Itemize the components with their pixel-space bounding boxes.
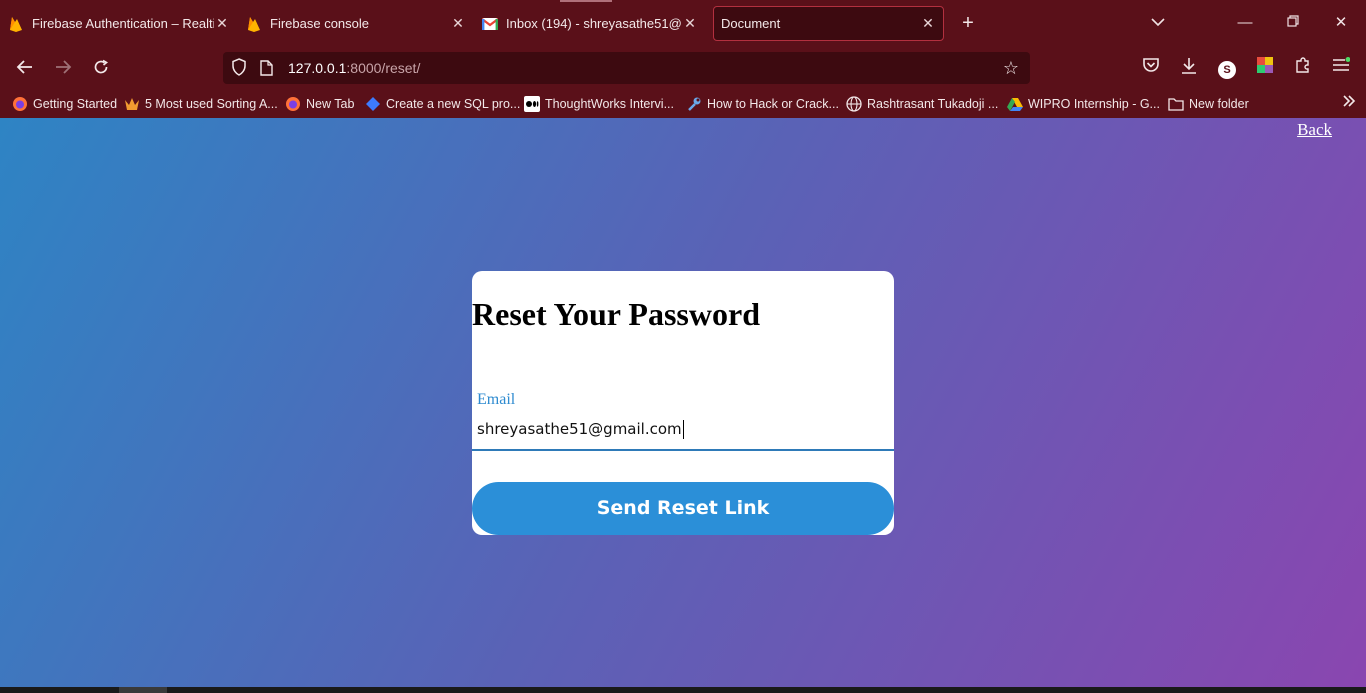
bookmark-sql-project[interactable]: Create a new SQL pro...: [365, 94, 520, 114]
bookmark-label: Rashtrasant Tukadoji ...: [867, 97, 999, 111]
shield-icon[interactable]: [231, 58, 249, 78]
tab-title: Firebase Authentication – Realtim: [32, 16, 214, 31]
tab-document[interactable]: Document ✕: [713, 6, 944, 41]
medium-icon: [524, 96, 540, 112]
drive-icon: [1007, 96, 1023, 112]
download-icon[interactable]: [1177, 57, 1201, 81]
list-tabs-icon[interactable]: [1146, 12, 1170, 34]
pocket-icon[interactable]: [1139, 57, 1163, 81]
back-link[interactable]: Back: [1297, 120, 1332, 140]
forward-arrow-icon[interactable]: [51, 57, 75, 81]
bookmark-label: WIPRO Internship - G...: [1028, 97, 1160, 111]
firebase-icon: [8, 16, 24, 32]
bookmark-new-tab[interactable]: New Tab: [285, 94, 354, 114]
taskbar-strip: [0, 687, 1366, 693]
diamond-icon: [365, 96, 381, 112]
folder-icon: [1168, 96, 1184, 112]
back-arrow-icon[interactable]: [13, 57, 37, 81]
bookmark-label: ThoughtWorks Intervi...: [545, 97, 674, 111]
email-value: shreyasathe51@gmail.com: [477, 420, 682, 438]
bookmark-label: New folder: [1189, 97, 1249, 111]
restore-button[interactable]: [1281, 12, 1305, 34]
bookmark-label: Getting Started: [33, 97, 118, 111]
firefox-icon: [12, 96, 28, 112]
close-window-button[interactable]: ✕: [1329, 12, 1353, 34]
firefox-icon: [285, 96, 301, 112]
tab-gmail-inbox[interactable]: Inbox (194) - shreyasathe51@gma ✕: [482, 6, 698, 41]
globe-icon: [846, 96, 862, 112]
page-viewport: Back Reset Your Password Email shreyasat…: [0, 118, 1366, 687]
extensions-puzzle-icon[interactable]: [1291, 57, 1315, 81]
tab-title: Firebase console: [270, 16, 369, 31]
gmail-icon: [482, 16, 498, 32]
tab-strip: Firebase Authentication – Realtim ✕ Fire…: [0, 0, 1366, 47]
reset-password-card: Reset Your Password Email shreyasathe51@…: [472, 271, 894, 535]
extension-colorful-icon[interactable]: [1253, 57, 1277, 81]
url-path: :8000/reset/: [346, 60, 421, 76]
profile-avatar-icon[interactable]: S: [1215, 57, 1239, 81]
star-icon[interactable]: ☆: [1000, 57, 1022, 79]
new-tab-button[interactable]: +: [958, 13, 978, 33]
url-host: 127.0.0.1: [288, 60, 347, 76]
bookmark-label: How to Hack or Crack...: [707, 97, 839, 111]
wrench-icon: [686, 96, 702, 112]
tab-title: Document: [721, 16, 781, 31]
minimize-button[interactable]: —: [1233, 12, 1257, 34]
bookmark-getting-started[interactable]: Getting Started: [12, 94, 117, 114]
navigation-toolbar: 127.0.0.1:8000/reset/ ☆ S: [0, 47, 1366, 90]
bookmark-how-to-hack[interactable]: How to Hack or Crack...: [686, 94, 839, 114]
chevron-double-right-icon[interactable]: [1342, 94, 1356, 113]
bookmark-thoughtworks[interactable]: ThoughtWorks Intervi...: [524, 94, 674, 114]
bookmark-new-folder[interactable]: New folder: [1168, 94, 1249, 114]
menu-icon[interactable]: [1329, 57, 1353, 81]
reload-icon[interactable]: [89, 57, 113, 81]
bookmark-rashtrasant[interactable]: Rashtrasant Tukadoji ...: [846, 94, 998, 114]
firebase-icon: [246, 16, 262, 32]
send-reset-link-button[interactable]: Send Reset Link: [472, 482, 894, 535]
close-icon[interactable]: ✕: [214, 15, 230, 32]
bookmarks-toolbar: Getting Started 5 Most used Sorting A...…: [0, 90, 1366, 118]
bookmark-label: New Tab: [306, 97, 355, 111]
close-icon[interactable]: ✕: [450, 15, 466, 32]
bookmark-sorting[interactable]: 5 Most used Sorting A...: [124, 94, 278, 114]
bookmark-label: Create a new SQL pro...: [386, 97, 521, 111]
email-field[interactable]: shreyasathe51@gmail.com: [472, 414, 894, 451]
page-title: Reset Your Password: [472, 296, 760, 332]
page-icon[interactable]: [260, 60, 274, 76]
taskbar-item[interactable]: [119, 687, 167, 693]
text-caret: [682, 420, 684, 439]
avatar-initial: S: [1218, 61, 1236, 79]
close-icon[interactable]: ✕: [682, 15, 698, 32]
bookmark-wipro[interactable]: WIPRO Internship - G...: [1007, 94, 1160, 114]
tab-firebase-console[interactable]: Firebase console ✕: [246, 6, 466, 41]
close-icon[interactable]: ✕: [920, 15, 936, 32]
bookmark-label: 5 Most used Sorting A...: [145, 97, 278, 111]
address-bar[interactable]: 127.0.0.1:8000/reset/ ☆: [223, 52, 1030, 84]
email-label: Email: [477, 391, 516, 408]
tab-scroll-indicator: [560, 0, 612, 2]
url-text[interactable]: 127.0.0.1:8000/reset/: [288, 60, 420, 76]
tab-title: Inbox (194) - shreyasathe51@gma: [506, 16, 682, 31]
tab-firebase-auth[interactable]: Firebase Authentication – Realtim ✕: [8, 6, 230, 41]
crown-icon: [124, 96, 140, 112]
